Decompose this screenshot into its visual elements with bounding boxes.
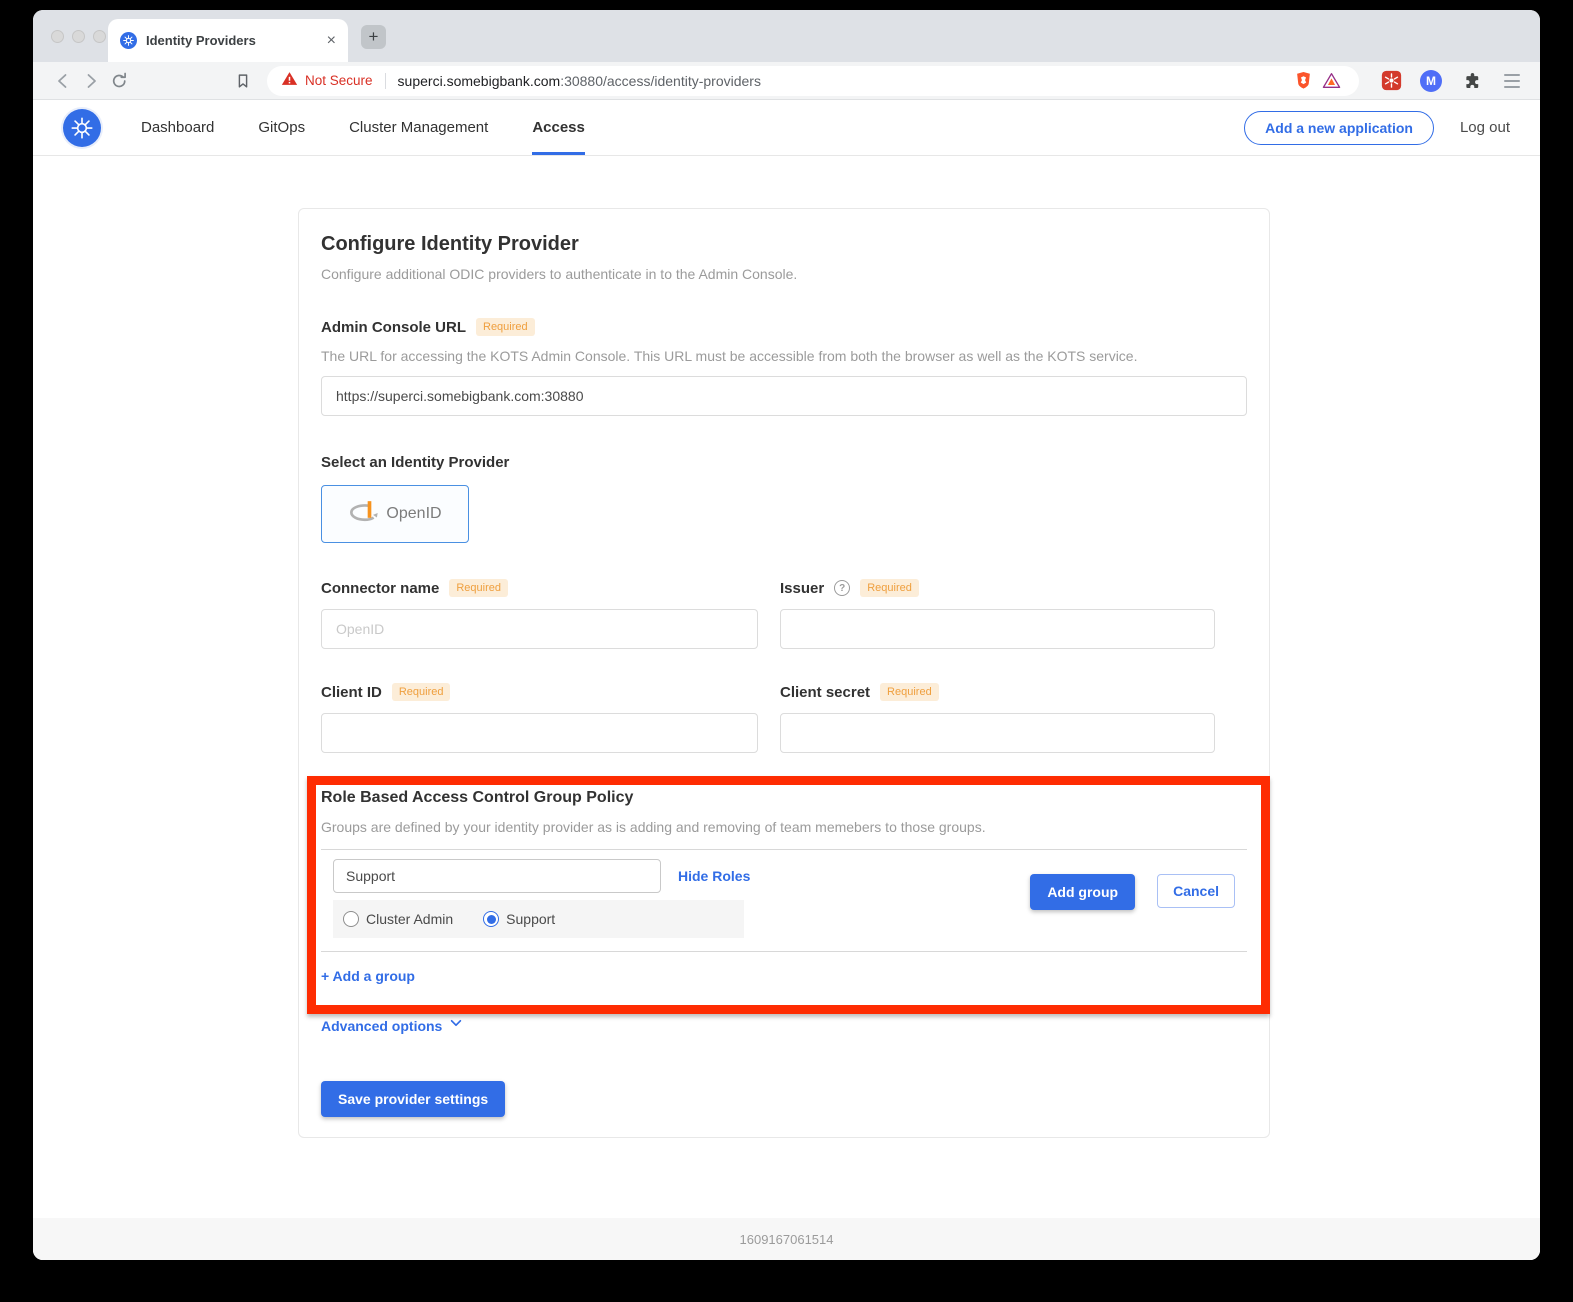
admin-console-url-label: Admin Console URL	[321, 319, 466, 336]
url-host: superci.somebigbank.com	[398, 73, 561, 89]
select-provider-label: Select an Identity Provider	[321, 454, 1247, 471]
issuer-label: Issuer	[780, 580, 824, 597]
add-group-button[interactable]: Add group	[1030, 874, 1135, 910]
nav-links: Dashboard GitOps Cluster Management Acce…	[141, 100, 585, 155]
role-label: Support	[506, 911, 555, 927]
cancel-button[interactable]: Cancel	[1157, 874, 1235, 908]
save-provider-settings-button[interactable]: Save provider settings	[321, 1081, 505, 1117]
page-subtitle: Configure additional ODIC providers to a…	[321, 266, 1247, 282]
bat-rewards-icon[interactable]	[1317, 67, 1345, 95]
roles-radio-group: Cluster Admin Support	[333, 900, 744, 938]
tab-strip: Identity Providers × +	[33, 10, 1540, 62]
client-secret-input[interactable]	[780, 713, 1215, 753]
puzzle-extensions-icon[interactable]	[1457, 67, 1485, 95]
page-footer: 1609167061514	[33, 1218, 1540, 1260]
connector-name-label: Connector name	[321, 580, 439, 597]
rbac-description: Groups are defined by your identity prov…	[321, 819, 1247, 835]
divider	[321, 951, 1247, 952]
radio-unchecked-icon[interactable]	[343, 911, 359, 927]
openid-provider-name: OpenID	[386, 505, 441, 523]
back-icon[interactable]	[49, 67, 77, 95]
nav-item-gitops[interactable]: GitOps	[258, 100, 305, 155]
required-badge: Required	[449, 579, 508, 597]
required-badge: Required	[476, 318, 535, 336]
identity-provider-card: Configure Identity Provider Configure ad…	[298, 208, 1270, 1138]
warning-triangle-icon	[281, 70, 298, 92]
nav-item-access[interactable]: Access	[532, 100, 585, 155]
group-row: Hide Roles Cluster Admin Support	[321, 850, 1247, 938]
page-title: Configure Identity Provider	[321, 233, 1247, 256]
advanced-options-toggle[interactable]: Advanced options	[321, 1016, 1247, 1035]
new-tab-button[interactable]: +	[361, 25, 386, 49]
add-new-application-button[interactable]: Add a new application	[1244, 111, 1434, 145]
client-id-label: Client ID	[321, 684, 382, 701]
rbac-title: Role Based Access Control Group Policy	[321, 789, 1247, 807]
required-badge: Required	[392, 683, 451, 701]
advanced-options-label[interactable]: Advanced options	[321, 1018, 442, 1034]
role-option-cluster-admin[interactable]: Cluster Admin	[343, 911, 453, 927]
tab-title: Identity Providers	[146, 33, 318, 48]
window-controls	[51, 30, 106, 43]
logout-link[interactable]: Log out	[1460, 119, 1510, 136]
security-warning-label: Not Secure	[305, 73, 373, 88]
url-separator	[385, 73, 386, 89]
page-content: Configure Identity Provider Configure ad…	[33, 156, 1540, 1260]
client-id-input[interactable]	[321, 713, 758, 753]
kubernetes-favicon-icon	[120, 32, 137, 49]
kubernetes-logo-icon	[63, 109, 101, 147]
issuer-input[interactable]	[780, 609, 1215, 649]
minimize-window-button[interactable]	[72, 30, 85, 43]
add-a-group-link[interactable]: + Add a group	[321, 968, 415, 984]
extension-icons: M	[1377, 67, 1524, 95]
screenshot-canvas: Identity Providers × + Not	[0, 0, 1573, 1302]
forward-icon[interactable]	[77, 67, 105, 95]
required-badge: Required	[880, 683, 939, 701]
client-secret-label: Client secret	[780, 684, 870, 701]
zoom-window-button[interactable]	[93, 30, 106, 43]
profile-avatar[interactable]: M	[1420, 70, 1442, 92]
nav-item-cluster-management[interactable]: Cluster Management	[349, 100, 488, 155]
menu-hamburger-icon[interactable]	[1500, 70, 1524, 92]
tab-close-icon[interactable]: ×	[327, 33, 336, 49]
brave-shield-icon[interactable]	[1289, 67, 1317, 95]
close-window-button[interactable]	[51, 30, 64, 43]
admin-console-url-input[interactable]	[321, 376, 1247, 416]
connector-name-input[interactable]	[321, 609, 758, 649]
help-icon[interactable]: ?	[834, 580, 850, 596]
nav-item-dashboard[interactable]: Dashboard	[141, 100, 214, 155]
bookmark-icon[interactable]	[229, 67, 257, 95]
group-name-input[interactable]	[333, 859, 661, 893]
openid-provider-card[interactable]: OpenID	[321, 485, 469, 543]
footer-timestamp: 1609167061514	[740, 1232, 834, 1247]
hide-roles-link[interactable]: Hide Roles	[678, 868, 750, 884]
admin-console-url-description: The URL for accessing the KOTS Admin Con…	[321, 348, 1247, 364]
role-label: Cluster Admin	[366, 911, 453, 927]
extension-red-icon[interactable]	[1377, 67, 1405, 95]
chevron-down-icon	[449, 1016, 463, 1035]
app-nav: Dashboard GitOps Cluster Management Acce…	[33, 100, 1540, 156]
browser-tab[interactable]: Identity Providers ×	[108, 19, 348, 62]
reload-icon[interactable]	[105, 67, 133, 95]
address-bar[interactable]: Not Secure superci.somebigbank.com :3088…	[267, 66, 1359, 96]
rbac-section: Role Based Access Control Group Policy G…	[321, 789, 1247, 986]
browser-window: Identity Providers × + Not	[33, 10, 1540, 1260]
role-option-support[interactable]: Support	[483, 911, 555, 927]
openid-logo-icon	[348, 500, 378, 529]
browser-toolbar: Not Secure superci.somebigbank.com :3088…	[33, 62, 1540, 100]
url-path: :30880/access/identity-providers	[560, 73, 761, 89]
required-badge: Required	[860, 579, 919, 597]
radio-checked-icon[interactable]	[483, 911, 499, 927]
